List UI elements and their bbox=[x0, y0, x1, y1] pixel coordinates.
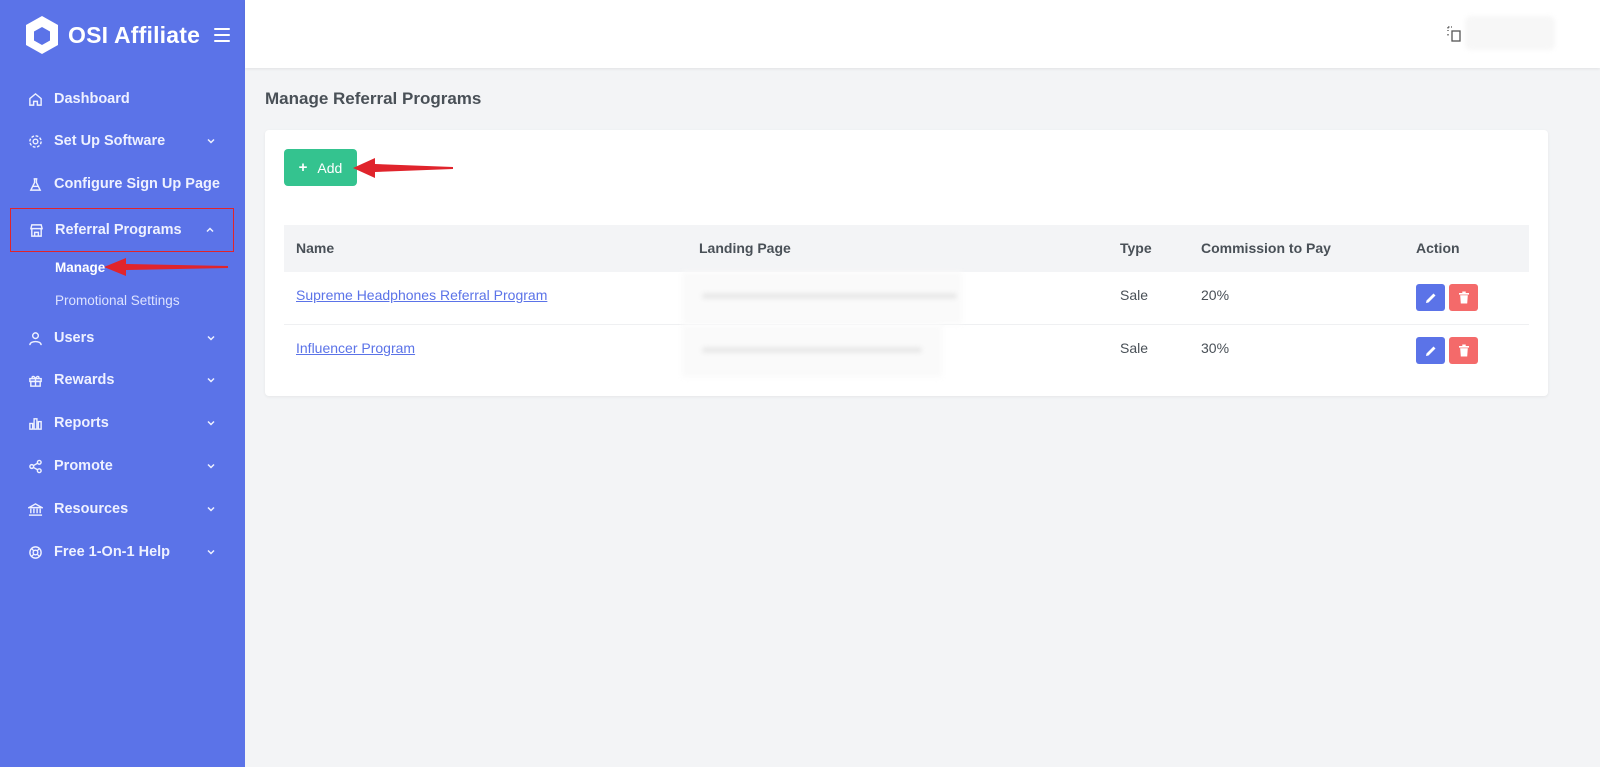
chevron-up-icon bbox=[206, 227, 214, 233]
chevron-down-icon bbox=[207, 138, 215, 144]
trash-icon bbox=[1458, 344, 1469, 357]
edit-button[interactable] bbox=[1416, 284, 1445, 311]
bar-chart-icon bbox=[27, 415, 43, 431]
program-commission: 20% bbox=[1201, 287, 1230, 303]
annotation-arrow-add bbox=[353, 158, 453, 178]
sidebar-item-dashboard[interactable]: Dashboard bbox=[10, 81, 234, 117]
delete-button[interactable] bbox=[1449, 284, 1478, 311]
column-header-commission[interactable]: Commission to Pay bbox=[1201, 240, 1331, 256]
chevron-down-icon bbox=[207, 335, 215, 341]
sidebar-item-referral-programs[interactable]: Referral Programs bbox=[10, 208, 234, 252]
page-title: Manage Referral Programs bbox=[265, 89, 482, 108]
sidebar-item-label: Reports bbox=[54, 415, 109, 431]
flask-icon bbox=[27, 176, 43, 192]
column-header-landing-page[interactable]: Landing Page bbox=[699, 240, 791, 256]
sidebar-item-label: Rewards bbox=[54, 372, 115, 388]
sidebar-item-reports[interactable]: Reports bbox=[10, 405, 234, 441]
sidebar-item-label: Free 1-On-1 Help bbox=[54, 544, 171, 560]
table-row: Influencer Program Sale 30% bbox=[284, 325, 1529, 378]
landing-page-redacted-text bbox=[702, 347, 922, 353]
sidebar-item-label: Promote bbox=[54, 458, 113, 474]
program-name-link[interactable]: Supreme Headphones Referral Program bbox=[296, 287, 547, 303]
sidebar-item-label: Set Up Software bbox=[54, 133, 166, 149]
plus-icon: + bbox=[298, 159, 308, 176]
chevron-down-icon bbox=[207, 377, 215, 383]
gift-icon bbox=[27, 372, 43, 388]
logo-icon bbox=[26, 16, 58, 54]
column-header-name[interactable]: Name bbox=[296, 240, 334, 256]
sidebar-item-resources[interactable]: Resources bbox=[10, 491, 234, 527]
annotation-arrow-manage bbox=[104, 258, 228, 276]
trash-icon bbox=[1458, 291, 1469, 304]
sidebar-item-label: Dashboard bbox=[54, 91, 130, 107]
delete-button[interactable] bbox=[1449, 337, 1478, 364]
column-header-action: Action bbox=[1416, 240, 1460, 256]
chevron-down-icon bbox=[207, 420, 215, 426]
table-header: Name Landing Page Type Commission to Pay… bbox=[284, 225, 1529, 272]
sidebar-item-label: Configure Sign Up Page bbox=[54, 176, 220, 192]
sidebar-subitem-promotional-settings[interactable]: Promotional Settings bbox=[55, 293, 180, 308]
sidebar-item-label: Referral Programs bbox=[55, 222, 182, 238]
chevron-down-icon bbox=[207, 549, 215, 555]
add-program-button[interactable]: + Add bbox=[284, 149, 357, 186]
pencil-icon bbox=[1425, 346, 1435, 356]
sidebar-subitem-manage[interactable]: Manage bbox=[55, 260, 105, 275]
sidebar-item-set-up-software[interactable]: Set Up Software bbox=[10, 123, 234, 159]
share-icon bbox=[27, 458, 43, 474]
sidebar-item-configure-sign-up-page[interactable]: Configure Sign Up Page bbox=[10, 166, 234, 202]
sidebar-item-promote[interactable]: Promote bbox=[10, 448, 234, 484]
brand[interactable]: OSI Affiliate bbox=[24, 14, 231, 56]
sidebar: OSI Affiliate Dashboard Set Up Software … bbox=[0, 0, 245, 767]
program-type: Sale bbox=[1120, 287, 1149, 303]
chevron-down-icon bbox=[207, 463, 215, 469]
sidebar-item-free-help[interactable]: Free 1-On-1 Help bbox=[10, 534, 234, 570]
program-name-link[interactable]: Influencer Program bbox=[296, 340, 415, 356]
chevron-down-icon bbox=[207, 506, 215, 512]
fullscreen-icon[interactable] bbox=[1447, 26, 1461, 42]
store-icon bbox=[28, 222, 44, 238]
landing-page-redacted-text bbox=[702, 293, 957, 299]
home-icon bbox=[27, 91, 43, 107]
sidebar-item-users[interactable]: Users bbox=[10, 320, 234, 356]
brand-name: OSI Affiliate bbox=[68, 21, 201, 48]
gear-icon bbox=[27, 133, 43, 149]
topbar bbox=[245, 0, 1600, 68]
menu-toggle-icon[interactable] bbox=[214, 28, 231, 42]
sidebar-item-label: Resources bbox=[54, 501, 129, 517]
user-icon bbox=[27, 330, 43, 346]
programs-card: + Add Name Landing Page Type Commission … bbox=[265, 130, 1548, 396]
program-type: Sale bbox=[1120, 340, 1149, 356]
add-button-label: Add bbox=[317, 159, 343, 176]
edit-button[interactable] bbox=[1416, 337, 1445, 364]
sidebar-item-rewards[interactable]: Rewards bbox=[10, 362, 234, 398]
user-profile-redacted[interactable] bbox=[1465, 16, 1555, 50]
lifebuoy-icon bbox=[27, 544, 43, 560]
sidebar-item-label: Users bbox=[54, 330, 95, 346]
table-row: Supreme Headphones Referral Program Sale… bbox=[284, 272, 1529, 325]
program-commission: 30% bbox=[1201, 340, 1230, 356]
pencil-icon bbox=[1425, 293, 1435, 303]
column-header-type[interactable]: Type bbox=[1120, 240, 1152, 256]
bank-icon bbox=[27, 501, 43, 517]
